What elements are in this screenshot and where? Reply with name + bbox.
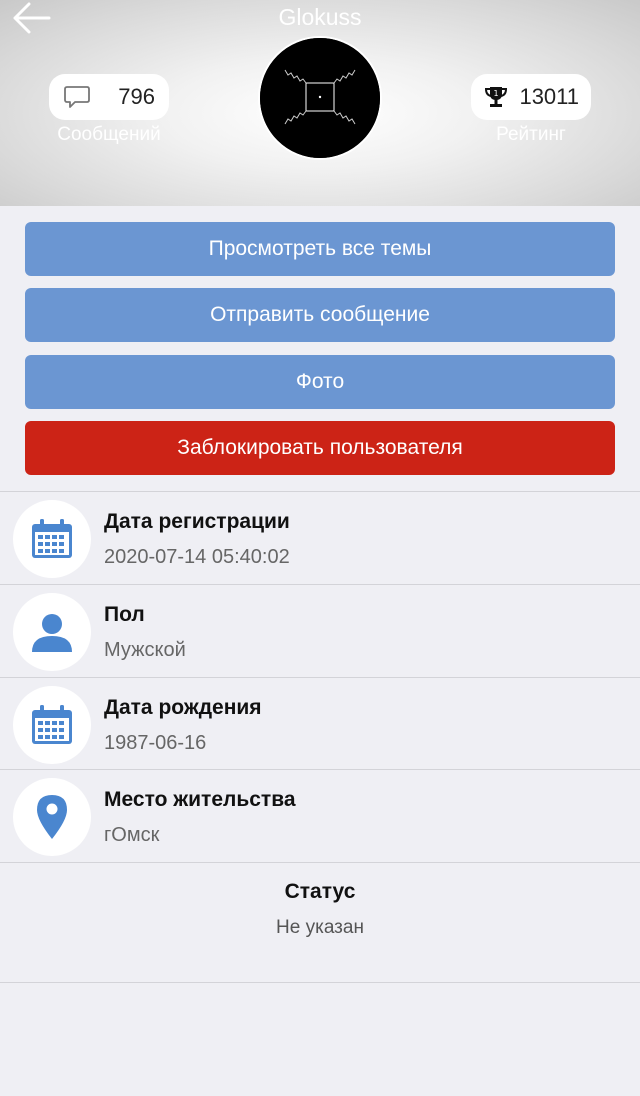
calendar-icon	[13, 686, 91, 764]
info-title: Дата регистрации	[104, 510, 290, 533]
map-pin-icon	[13, 778, 91, 856]
info-title: Дата рождения	[104, 696, 262, 719]
trophy-icon: 1	[484, 87, 508, 107]
rating-value: 13011	[519, 84, 579, 109]
messages-count: 796	[118, 84, 155, 109]
messages-label: Сообщений	[57, 124, 161, 145]
avatar[interactable]	[258, 36, 382, 160]
divider	[0, 862, 640, 863]
divider	[0, 982, 640, 983]
chat-bubble-icon	[64, 86, 90, 108]
status-value: Не указан	[276, 917, 364, 938]
block-user-button[interactable]: Заблокировать пользователя	[25, 421, 615, 475]
info-row-residence: Место жительства гОмск	[0, 770, 640, 862]
status-title: Статус	[284, 880, 356, 903]
messages-count-pill[interactable]: 796	[49, 74, 169, 120]
info-row-gender: Пол Мужской	[0, 585, 640, 677]
info-row-birth-date: Дата рождения 1987-06-16	[0, 678, 640, 770]
info-title: Место жительства	[104, 788, 296, 811]
page-title: Glokuss	[278, 4, 362, 30]
info-value: гОмск	[104, 824, 160, 846]
view-all-topics-button[interactable]: Просмотреть все темы	[25, 222, 615, 276]
info-row-registration-date: Дата регистрации 2020-07-14 05:40:02	[0, 492, 640, 584]
info-value: 2020-07-14 05:40:02	[104, 546, 290, 568]
avatar-image	[260, 38, 380, 158]
profile-header: Glokuss 796 Сообщений 1 13011 Рейтинг	[0, 0, 640, 206]
user-icon	[13, 593, 91, 671]
info-value: 1987-06-16	[104, 732, 207, 754]
photo-button[interactable]: Фото	[25, 355, 615, 409]
send-message-button[interactable]: Отправить сообщение	[25, 288, 615, 342]
calendar-icon	[13, 500, 91, 578]
svg-text:1: 1	[493, 89, 498, 98]
rating-pill[interactable]: 1 13011	[471, 74, 591, 120]
rating-label: Рейтинг	[496, 124, 566, 145]
info-value: Мужской	[104, 639, 186, 661]
info-title: Пол	[104, 603, 145, 626]
